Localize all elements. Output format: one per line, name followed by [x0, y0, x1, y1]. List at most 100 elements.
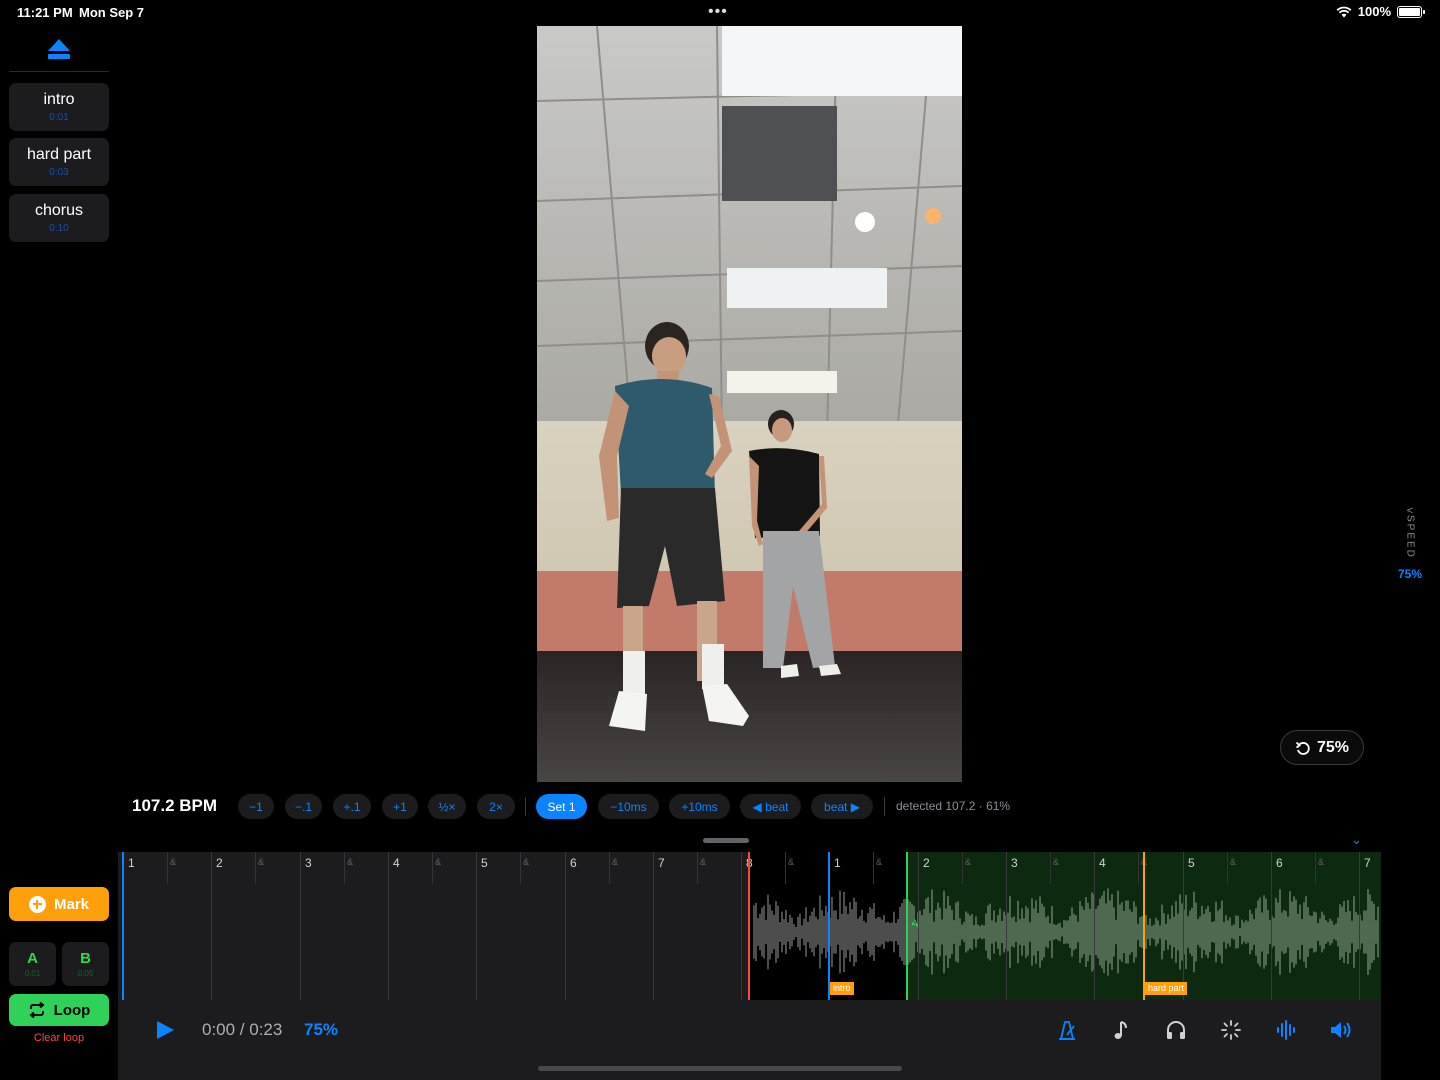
beat-timeline[interactable]: 1&2&3&4&5&6&7&8&1&2&3&4&5&6&7 intro A ha…	[118, 852, 1381, 1000]
loading-spinner-icon[interactable]	[1218, 1018, 1244, 1042]
speed-pill-value: 75%	[1316, 738, 1350, 756]
marker-label: chorus	[34, 202, 84, 219]
half-beat-tick	[1227, 852, 1228, 884]
panel-drag-handle[interactable]	[703, 838, 749, 843]
subdivision-label: &	[523, 857, 530, 867]
half-beat-tick	[1138, 852, 1139, 884]
bpm-plus-1-button[interactable]: +1	[382, 794, 418, 819]
bar-line	[565, 852, 566, 1000]
half-beat-tick	[609, 852, 610, 884]
set-1-button[interactable]: Set 1	[536, 794, 587, 819]
hard-part-marker-line[interactable]	[1143, 852, 1145, 1000]
sidebar-divider	[9, 71, 109, 72]
bar-number: 3	[1011, 856, 1018, 870]
bar-line	[1183, 852, 1184, 1000]
bar-number: 4	[393, 856, 400, 870]
offset-plus-10ms-button[interactable]: +10ms	[669, 794, 730, 819]
time-display: 0:00 / 0:23	[202, 1020, 283, 1039]
loop-a-marker[interactable]	[906, 852, 908, 1000]
marker-button-chorus[interactable]: chorus 0:10	[9, 194, 109, 242]
subdivision-label: &	[1318, 857, 1325, 867]
bar-number: 5	[1188, 856, 1195, 870]
next-beat-button[interactable]: beat ▶	[811, 794, 873, 819]
headphones-icon[interactable]	[1163, 1018, 1189, 1042]
video-frame-image	[537, 26, 962, 782]
mark-button[interactable]: Mark	[9, 887, 109, 921]
audio-start-marker	[748, 852, 750, 1000]
offset-minus-10ms-button[interactable]: −10ms	[598, 794, 659, 819]
subdivision-label: &	[1053, 857, 1060, 867]
marker-label: intro	[43, 91, 75, 108]
bpm-half-button[interactable]: ½×	[428, 794, 466, 819]
speed-side-handle[interactable]: < SPEED 75%	[1396, 505, 1424, 581]
hard-part-marker-tag[interactable]: hard part	[1145, 982, 1188, 995]
bar-number: 7	[658, 856, 665, 870]
loop-icon	[29, 1002, 45, 1018]
bar-number: 2	[216, 856, 223, 870]
bar-line	[1271, 852, 1272, 1000]
play-icon[interactable]	[154, 1020, 176, 1040]
set-a-button[interactable]: A 0:01	[9, 942, 56, 986]
playhead[interactable]	[122, 852, 124, 1000]
metronome-icon[interactable]	[1054, 1018, 1080, 1042]
bar-line	[476, 852, 477, 1000]
bpm-separator	[525, 797, 526, 816]
bar-number: 6	[570, 856, 577, 870]
bar-line	[741, 852, 742, 1000]
plus-circle-icon	[28, 895, 46, 913]
bar-line	[211, 852, 212, 1000]
marker-button-intro[interactable]: intro 0:01	[9, 83, 109, 131]
bar-number: 3	[305, 856, 312, 870]
detected-bpm-label: detected 107.2 · 61%	[896, 799, 1011, 813]
bpm-minus-point1-button[interactable]: −.1	[285, 794, 322, 819]
marker-button-hard-part[interactable]: hard part 0:03	[9, 138, 109, 186]
half-beat-tick	[432, 852, 433, 884]
bpm-plus-point1-button[interactable]: +.1	[333, 794, 371, 819]
bar-number: 7	[1364, 856, 1371, 870]
subdivision-label: &	[170, 857, 177, 867]
previous-beat-button[interactable]: ◀ beat	[740, 794, 801, 819]
set-b-button[interactable]: B 0:05	[62, 942, 109, 986]
speaker-volume-icon[interactable]	[1328, 1018, 1354, 1042]
clear-loop-button[interactable]: Clear loop	[9, 1032, 109, 1044]
music-note-icon[interactable]	[1108, 1018, 1134, 1042]
bar-number: 6	[1276, 856, 1283, 870]
bar-number: 2	[923, 856, 930, 870]
half-beat-tick	[255, 852, 256, 884]
bar-number: 4	[1099, 856, 1106, 870]
marker-label: hard part	[26, 146, 92, 163]
marker-time: 0:03	[49, 167, 69, 178]
half-beat-tick	[1050, 852, 1051, 884]
battery-percent: 100%	[1357, 4, 1391, 19]
subdivision-label: &	[876, 857, 883, 867]
wifi-icon	[1336, 6, 1352, 17]
a-label: A	[27, 950, 38, 967]
status-date: Mon Sep 7	[79, 5, 145, 20]
bar-number: 5	[481, 856, 488, 870]
chevron-down-icon[interactable]: ⌄	[1351, 832, 1362, 848]
bpm-double-button[interactable]: 2×	[477, 794, 515, 819]
intro-marker-line[interactable]	[828, 852, 830, 1000]
video-player[interactable]	[537, 26, 962, 782]
half-beat-tick	[344, 852, 345, 884]
half-beat-tick	[167, 852, 168, 884]
multitasking-dots-icon[interactable]: •••	[708, 3, 728, 21]
status-bar: 11:21 PM Mon Sep 7 ••• 100%	[0, 0, 1440, 26]
subdivision-label: &	[435, 857, 442, 867]
marker-time: 0:01	[49, 112, 69, 123]
bar-number: 1	[834, 856, 841, 870]
loop-button[interactable]: Loop	[9, 994, 109, 1026]
waveform-icon[interactable]	[1273, 1018, 1299, 1042]
subdivision-label: &	[612, 857, 619, 867]
eject-icon[interactable]	[46, 37, 72, 61]
playback-rate[interactable]: 75%	[304, 1020, 338, 1040]
intro-marker-tag[interactable]: intro	[830, 982, 854, 995]
half-beat-tick	[697, 852, 698, 884]
half-beat-tick	[962, 852, 963, 884]
rotate-left-icon	[1295, 741, 1310, 755]
bar-number: 1	[128, 856, 135, 870]
half-beat-tick	[1315, 852, 1316, 884]
bpm-minus-1-button[interactable]: −1	[238, 794, 274, 819]
subdivision-label: &	[700, 857, 707, 867]
speed-reset-button[interactable]: 75%	[1280, 730, 1364, 765]
